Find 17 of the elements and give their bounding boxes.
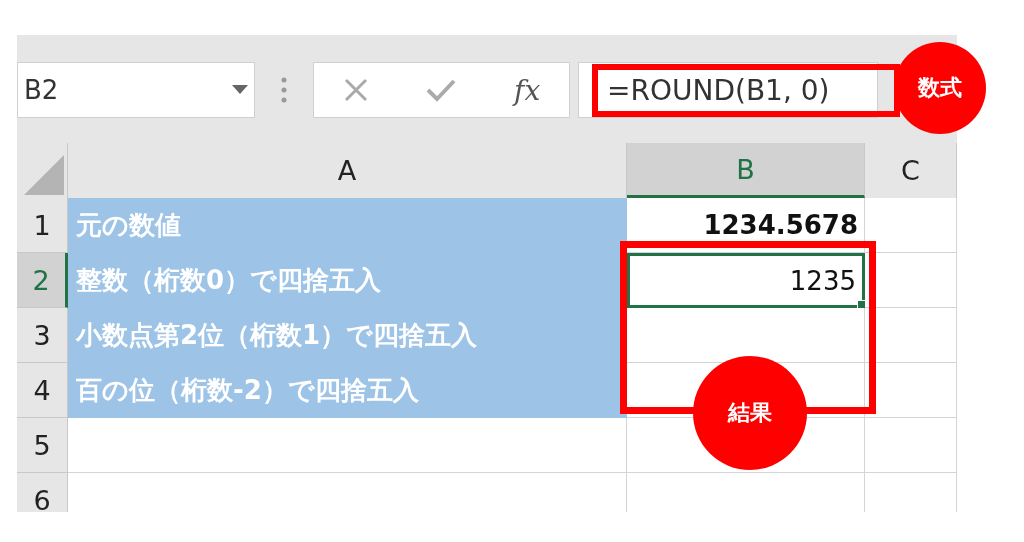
row-header[interactable]: 4 (17, 363, 68, 418)
row-header[interactable]: 2 (17, 253, 68, 308)
row-header[interactable]: 3 (17, 308, 68, 363)
cell-value: 1235 (789, 265, 856, 296)
cell-value: 1234.5678 (703, 210, 858, 240)
caret-icon[interactable] (232, 85, 248, 95)
column-header[interactable]: B (627, 143, 865, 198)
name-box[interactable]: B2 (17, 62, 255, 118)
cell-reference: B2 (24, 75, 59, 105)
row-header[interactable]: 1 (17, 198, 68, 253)
insert-function-button[interactable]: fx (514, 73, 541, 107)
drag-handle-icon[interactable] (281, 77, 287, 103)
table-cell: 百の位（桁数-2）で四捨五入 (68, 363, 627, 418)
cancel-button[interactable] (342, 77, 369, 103)
row-header[interactable]: 5 (17, 418, 68, 473)
table-cell: 元の数値 (68, 198, 627, 253)
enter-button[interactable] (426, 77, 457, 103)
